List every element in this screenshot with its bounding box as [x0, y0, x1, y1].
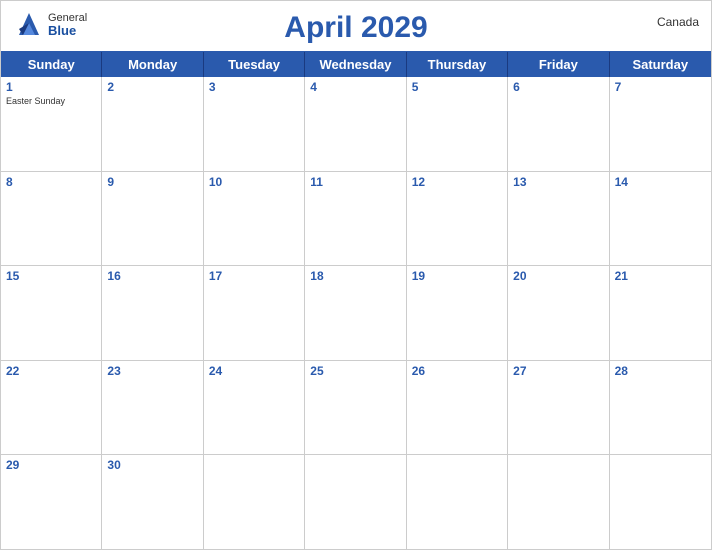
day-cell-0-0: 1 Easter Sunday — [1, 77, 102, 171]
day-number: 16 — [107, 269, 197, 283]
calendar-page: General Blue April 2029 Canada Sunday Mo… — [0, 0, 712, 550]
day-number: 10 — [209, 175, 299, 189]
day-headers-row: Sunday Monday Tuesday Wednesday Thursday… — [1, 52, 711, 77]
day-number: 13 — [513, 175, 603, 189]
day-cell-3-3: 25 — [305, 361, 406, 455]
day-cell-3-5: 27 — [508, 361, 609, 455]
week-row-3: 15 16 17 18 19 20 21 — [1, 266, 711, 361]
header-monday: Monday — [102, 52, 203, 77]
day-number: 24 — [209, 364, 299, 378]
day-number: 12 — [412, 175, 502, 189]
day-number: 29 — [6, 458, 96, 472]
calendar-title: April 2029 — [284, 11, 427, 45]
day-cell-2-5: 20 — [508, 266, 609, 360]
day-cell-0-4: 5 — [407, 77, 508, 171]
day-cell-1-6: 14 — [610, 172, 711, 266]
day-number: 17 — [209, 269, 299, 283]
day-cell-2-0: 15 — [1, 266, 102, 360]
logo-blue: Blue — [48, 24, 87, 37]
week-row-1: 1 Easter Sunday 234567 — [1, 77, 711, 172]
day-number: 4 — [310, 80, 400, 94]
day-cell-0-6: 7 — [610, 77, 711, 171]
day-cell-1-1: 9 — [102, 172, 203, 266]
week-row-4: 22 23 24 25 26 27 28 — [1, 361, 711, 456]
day-number: 23 — [107, 364, 197, 378]
day-cell-4-0: 29 — [1, 455, 102, 549]
day-cell-0-2: 3 — [204, 77, 305, 171]
country-label: Canada — [657, 15, 699, 29]
day-cell-3-4: 26 — [407, 361, 508, 455]
weeks-container: 1Easter Sunday23456789101112131415161718… — [1, 77, 711, 549]
day-number: 7 — [615, 80, 706, 94]
day-cell-0-5: 6 — [508, 77, 609, 171]
day-number: 5 — [412, 80, 502, 94]
day-cell-2-3: 18 — [305, 266, 406, 360]
day-cell-4-2 — [204, 455, 305, 549]
day-cell-4-5 — [508, 455, 609, 549]
day-number: 28 — [615, 364, 706, 378]
day-cell-1-2: 10 — [204, 172, 305, 266]
day-number: 3 — [209, 80, 299, 94]
logo-icon — [13, 9, 45, 41]
header-tuesday: Tuesday — [204, 52, 305, 77]
day-cell-4-1: 30 — [102, 455, 203, 549]
day-cell-4-4 — [407, 455, 508, 549]
week-row-2: 89 10 11 12 13 14 — [1, 172, 711, 267]
day-cell-0-3: 4 — [305, 77, 406, 171]
day-cell-2-2: 17 — [204, 266, 305, 360]
day-number: 9 — [107, 175, 197, 189]
day-number: 19 — [412, 269, 502, 283]
day-number: 6 — [513, 80, 603, 94]
day-number: 26 — [412, 364, 502, 378]
week-row-5: 29 30 — [1, 455, 711, 549]
header-thursday: Thursday — [407, 52, 508, 77]
day-cell-2-1: 16 — [102, 266, 203, 360]
day-number: 1 — [6, 80, 96, 94]
day-cell-3-2: 24 — [204, 361, 305, 455]
day-number: 27 — [513, 364, 603, 378]
day-cell-4-3 — [305, 455, 406, 549]
day-number: 30 — [107, 458, 197, 472]
day-number: 20 — [513, 269, 603, 283]
day-cell-3-6: 28 — [610, 361, 711, 455]
logo-words: General Blue — [48, 13, 87, 37]
header-sunday: Sunday — [1, 52, 102, 77]
day-number: 25 — [310, 364, 400, 378]
day-number: 2 — [107, 80, 197, 94]
calendar-grid: Sunday Monday Tuesday Wednesday Thursday… — [1, 51, 711, 549]
day-cell-1-4: 12 — [407, 172, 508, 266]
day-cell-1-5: 13 — [508, 172, 609, 266]
calendar-header: General Blue April 2029 Canada — [1, 1, 711, 51]
header-wednesday: Wednesday — [305, 52, 406, 77]
day-cell-3-0: 22 — [1, 361, 102, 455]
holiday-label: Easter Sunday — [6, 96, 96, 106]
day-cell-1-0: 8 — [1, 172, 102, 266]
day-cell-3-1: 23 — [102, 361, 203, 455]
day-number: 15 — [6, 269, 96, 283]
day-number: 18 — [310, 269, 400, 283]
day-number: 14 — [615, 175, 706, 189]
header-saturday: Saturday — [610, 52, 711, 77]
day-number: 22 — [6, 364, 96, 378]
day-number: 11 — [310, 175, 400, 189]
day-cell-2-4: 19 — [407, 266, 508, 360]
day-number: 21 — [615, 269, 706, 283]
day-cell-4-6 — [610, 455, 711, 549]
day-cell-0-1: 2 — [102, 77, 203, 171]
day-cell-2-6: 21 — [610, 266, 711, 360]
day-number: 8 — [6, 175, 96, 189]
logo: General Blue — [13, 9, 87, 41]
header-friday: Friday — [508, 52, 609, 77]
day-cell-1-3: 11 — [305, 172, 406, 266]
